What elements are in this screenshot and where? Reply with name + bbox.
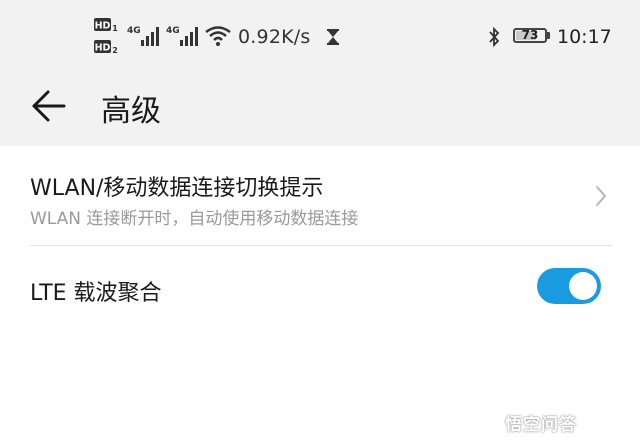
back-arrow-icon (32, 90, 66, 122)
chevron-right-icon (594, 184, 608, 212)
battery-tip (547, 32, 550, 39)
svg-text:2: 2 (112, 46, 118, 54)
back-button[interactable] (28, 88, 68, 124)
svg-text:4G: 4G (166, 26, 180, 36)
page-title: 高级 (101, 94, 161, 129)
svg-text:1: 1 (112, 24, 118, 32)
toggle-knob (569, 272, 597, 300)
lte-carrier-aggregation-toggle[interactable] (537, 268, 601, 304)
svg-text:4G: 4G (127, 26, 141, 36)
battery-icon: 73 (513, 28, 547, 43)
status-time: 10:17 (557, 26, 612, 48)
setting-subtitle: WLAN 连接断开时，自动使用移动数据连接 (30, 209, 359, 229)
svg-text:HD: HD (95, 21, 111, 32)
watermark: 悟空问答 (505, 415, 577, 435)
bluetooth-icon (488, 26, 500, 51)
battery-percent: 73 (521, 28, 539, 42)
setting-title: WLAN/移动数据连接切换提示 (30, 176, 324, 201)
hourglass-icon (327, 29, 339, 49)
signal-icon-2: 4G (166, 24, 202, 52)
status-bar: HD 1 HD 2 4G 4G 0.92K/s 73 10:17 (0, 0, 640, 74)
signal-icon: 4G (127, 24, 163, 52)
hd-volte-icon-2: HD 2 (94, 40, 120, 54)
setting-title: LTE 载波聚合 (30, 281, 162, 306)
svg-text:HD: HD (95, 43, 111, 54)
wifi-icon (205, 26, 231, 50)
hd-volte-icon: HD 1 (94, 18, 120, 32)
wlan-mobile-switch-row[interactable]: WLAN/移动数据连接切换提示 WLAN 连接断开时，自动使用移动数据连接 (0, 146, 640, 246)
network-speed: 0.92K/s (238, 26, 311, 48)
